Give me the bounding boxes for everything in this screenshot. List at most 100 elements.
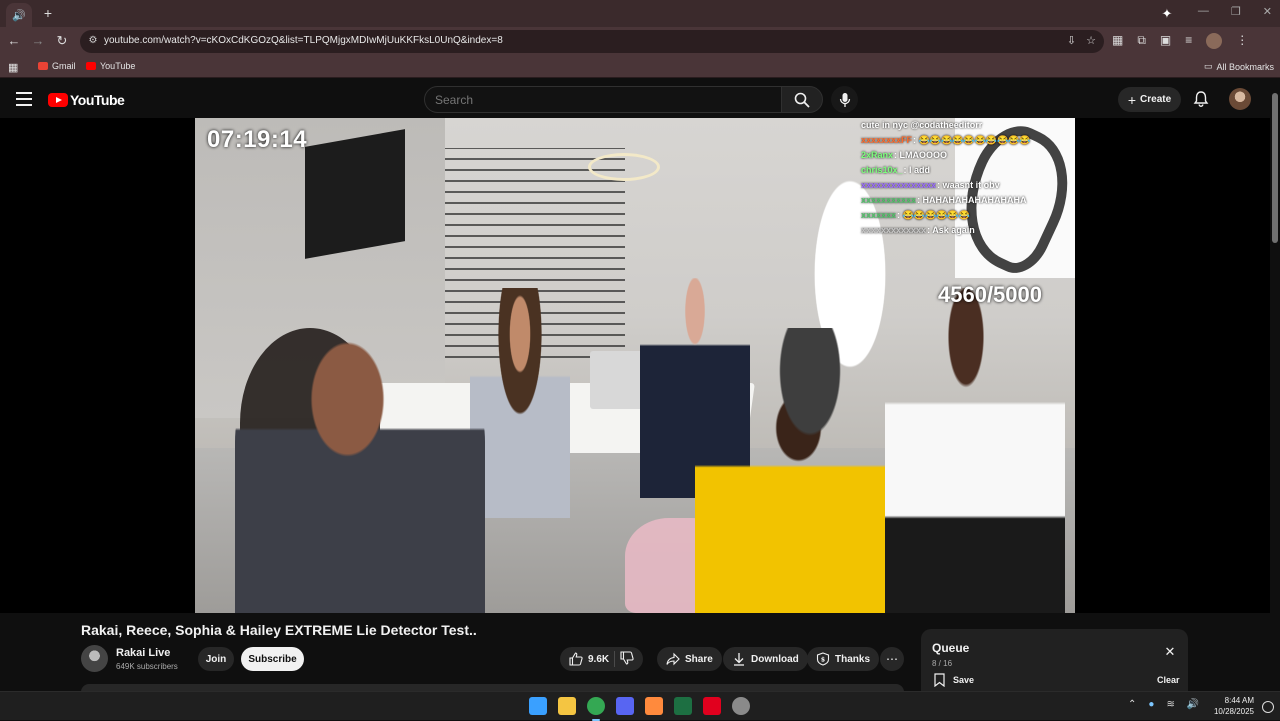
close-queue-icon[interactable]: ✕: [1164, 645, 1176, 658]
notifications-bell-icon[interactable]: [1192, 90, 1210, 108]
thanks-button[interactable]: $ Thanks: [807, 647, 880, 671]
app-icon[interactable]: [732, 697, 750, 715]
hamburger-menu-icon[interactable]: [16, 92, 32, 106]
taskbar-clock[interactable]: 8:44 AM 10/28/2025: [1208, 695, 1254, 717]
create-button[interactable]: + Create: [1118, 87, 1181, 112]
chat-message: chris10x_: I add: [861, 163, 1071, 178]
site-info-icon[interactable]: ⚙: [86, 34, 100, 48]
apps-grid-icon[interactable]: ▦: [8, 61, 18, 74]
share-label: Share: [685, 653, 713, 665]
page-scrollbar[interactable]: [1270, 81, 1280, 691]
channel-name[interactable]: Rakai Live: [116, 647, 170, 659]
youtube-music-icon[interactable]: [703, 697, 721, 715]
youtube-logo[interactable]: YouTube: [48, 92, 125, 108]
chat-text: : I add: [903, 165, 931, 175]
extension-icon[interactable]: ▦: [1112, 33, 1123, 49]
microphone-icon: [839, 92, 850, 107]
forward-arrow-icon[interactable]: →: [30, 33, 46, 49]
notification-center-icon[interactable]: [1262, 701, 1274, 713]
chat-overlay: cute in nyc @codatheeditorr xxxxxxxxFF: 😂…: [861, 118, 1071, 238]
chat-text: : HAHAHAHAHAHAHAHA: [917, 195, 1027, 205]
all-bookmarks-label: All Bookmarks: [1216, 61, 1275, 72]
new-tab-button[interactable]: +: [40, 5, 56, 21]
thumbs-down-icon: [620, 650, 634, 665]
reload-icon[interactable]: ↻: [54, 33, 70, 49]
scrollbar-thumb[interactable]: [1272, 93, 1278, 243]
chat-message: xxxxxxxxxxx: HAHAHAHAHAHAHAHA: [861, 193, 1071, 208]
chat-username: xxxxxxxxxxxxx: [861, 225, 927, 235]
video-scene-person: [470, 288, 570, 518]
save-label: Save: [953, 675, 975, 685]
wifi-icon[interactable]: ≋: [1166, 699, 1174, 710]
youtube-bookmark-icon: [86, 62, 96, 70]
like-button[interactable]: 9.6K: [569, 652, 609, 666]
bookmark-youtube[interactable]: YouTube: [86, 61, 135, 71]
url-text[interactable]: youtube.com/watch?v=cKOxCdKGOzQ&list=TLP…: [104, 35, 503, 46]
system-tray: ⌃ ● ≋ 🔊: [1128, 699, 1199, 710]
install-app-icon[interactable]: ⇩: [1067, 34, 1076, 47]
join-button[interactable]: Join: [198, 647, 234, 671]
account-avatar[interactable]: [1229, 88, 1251, 110]
back-arrow-icon[interactable]: ←: [6, 33, 22, 49]
volume-icon[interactable]: 🔊: [1187, 699, 1199, 710]
save-queue-button[interactable]: Save: [934, 673, 974, 687]
split-view-icon[interactable]: ▣: [1160, 33, 1171, 49]
dislike-button[interactable]: [620, 650, 634, 668]
all-bookmarks[interactable]: ▭ All Bookmarks: [1204, 61, 1274, 72]
share-button[interactable]: Share: [657, 647, 722, 671]
chat-username: 2xRanx: [861, 150, 894, 160]
chat-text: : 😂😂😂😂😂😂: [897, 210, 970, 220]
ableton-icon[interactable]: [645, 697, 663, 715]
chat-username: xxxxxxx: [861, 210, 897, 220]
video-player[interactable]: 07:19:14 4560/5000 cute in nyc @codathee…: [195, 118, 1075, 613]
gmail-icon: [38, 62, 48, 70]
chat-text: : LMAOOOO: [894, 150, 948, 160]
youtube-play-icon: [48, 93, 68, 107]
bookmark-star-icon[interactable]: ☆: [1086, 34, 1096, 47]
restore-icon[interactable]: ❐: [1231, 5, 1241, 18]
discord-icon[interactable]: [616, 697, 634, 715]
more-actions-button[interactable]: ⋯: [880, 647, 904, 671]
subathon-goal: 4560/5000: [938, 282, 1042, 307]
video-scene-person: [235, 328, 485, 613]
voice-search-button[interactable]: [831, 86, 858, 113]
channel-avatar[interactable]: [81, 645, 108, 672]
subscribe-button[interactable]: Subscribe: [241, 647, 304, 671]
chevron-up-icon[interactable]: ⌃: [1128, 699, 1136, 710]
chat-message: xxxxxxxxxxxxx: Ask again: [861, 223, 1071, 238]
extensions-puzzle-icon[interactable]: ⧉: [1137, 33, 1146, 49]
queue-panel: Queue 8 / 16 ✕ Save Clear: [921, 629, 1188, 699]
browser-toolbar: ← → ↻ ⚙ youtube.com/watch?v=cKOxCdKGOzQ&…: [0, 27, 1280, 56]
more-horizontal-icon: ⋯: [886, 652, 898, 666]
chat-message: xxxxxxx: 😂😂😂😂😂😂: [861, 208, 1071, 223]
share-arrow-icon: [666, 652, 680, 666]
windows-start-icon[interactable]: [529, 697, 547, 715]
chat-text: : 😂😂😂😂😂😂😂😂😂😂: [913, 135, 1031, 145]
kebab-menu-icon[interactable]: ⋮: [1236, 33, 1248, 49]
chat-text: : waasnt it obv: [937, 180, 1000, 190]
gemini-icon[interactable]: ✦: [1158, 5, 1176, 23]
download-button[interactable]: Download: [723, 647, 808, 671]
media-controls-icon[interactable]: ≡: [1185, 33, 1192, 49]
mic-tray-icon[interactable]: ●: [1148, 699, 1154, 710]
youtube-masthead: YouTube + Create: [0, 81, 1280, 118]
search-icon: [794, 92, 810, 108]
address-bar[interactable]: ⚙ youtube.com/watch?v=cKOxCdKGOzQ&list=T…: [80, 30, 1104, 53]
thanks-label: Thanks: [835, 653, 871, 665]
folder-icon: ▭: [1204, 61, 1213, 71]
file-explorer-icon[interactable]: [558, 697, 576, 715]
search-input[interactable]: [425, 87, 781, 112]
chat-text: cute in nyc @codatheeditorr: [861, 120, 983, 130]
close-window-icon[interactable]: ✕: [1263, 5, 1272, 18]
search-button[interactable]: [781, 86, 823, 113]
minimize-icon[interactable]: —: [1198, 5, 1209, 18]
create-label: Create: [1140, 94, 1172, 105]
bookmark-gmail[interactable]: Gmail: [38, 61, 76, 71]
clear-queue-button[interactable]: Clear: [1157, 675, 1180, 685]
chrome-icon[interactable]: [587, 697, 605, 721]
profile-avatar[interactable]: [1206, 33, 1223, 49]
excel-icon[interactable]: [674, 697, 692, 715]
chat-username: xxxxxxxxFF: [861, 135, 913, 145]
bookmark-label: Gmail: [52, 61, 76, 71]
audio-playing-tab[interactable]: 🔊: [6, 3, 32, 27]
